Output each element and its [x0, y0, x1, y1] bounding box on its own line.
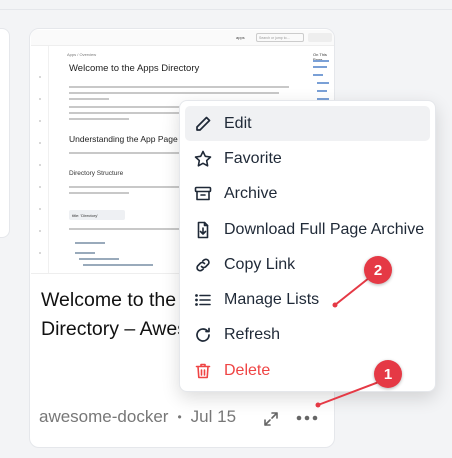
- menu-item-label: Download Full Page Archive: [224, 220, 425, 238]
- menu-item-favorite[interactable]: Favorite: [185, 141, 430, 176]
- thumbnail-breadcrumb: Apps / Overview: [67, 52, 97, 57]
- previous-card-edge: [0, 28, 10, 238]
- menu-item-label: Refresh: [224, 326, 281, 344]
- thumbnail-toolbar: apps Search or jump to...: [31, 30, 334, 46]
- menu-item-label: Copy Link: [224, 255, 296, 273]
- menu-item-refresh[interactable]: Refresh: [185, 318, 430, 353]
- thumbnail-section: Directory Structure: [69, 170, 124, 177]
- menu-item-copy-link[interactable]: Copy Link: [185, 247, 430, 282]
- menu-item-manage-lists[interactable]: Manage Lists: [185, 282, 430, 317]
- thumbnail-code-label: title: 'Directory': [69, 210, 125, 220]
- download-file-icon: [197, 221, 209, 238]
- thumbnail-apps-label: apps: [236, 35, 245, 40]
- top-bar: [0, 0, 452, 10]
- trash-icon: [195, 363, 211, 379]
- meta-separator: •: [177, 410, 182, 424]
- card-meta: awesome-docker • Jul 15: [39, 406, 236, 428]
- card-source[interactable]: awesome-docker: [39, 407, 168, 427]
- thumbnail-heading: Welcome to the Apps Directory: [69, 63, 200, 74]
- more-options-icon[interactable]: [292, 406, 322, 430]
- menu-item-label: Manage Lists: [224, 291, 320, 309]
- thumbnail-button: [308, 33, 332, 42]
- menu-item-label: Favorite: [224, 149, 282, 167]
- expand-icon[interactable]: [262, 410, 280, 428]
- thumbnail-search: Search or jump to...: [256, 33, 304, 42]
- menu-item-label: Archive: [224, 185, 278, 203]
- menu-item-archive[interactable]: Archive: [185, 177, 430, 212]
- link-icon: [196, 258, 210, 272]
- refresh-icon: [196, 328, 210, 343]
- annotation-badge-2: 2: [364, 256, 392, 284]
- star-icon: [194, 150, 212, 167]
- card-date: Jul 15: [190, 407, 237, 426]
- menu-item-label: Delete: [224, 361, 271, 379]
- list-icon: [195, 294, 211, 307]
- pencil-icon: [196, 116, 211, 131]
- archive-box-icon: [194, 186, 212, 201]
- menu-item-download-archive[interactable]: Download Full Page Archive: [185, 212, 430, 247]
- context-menu: Edit Favorite Archive Download Full Page…: [179, 100, 436, 392]
- menu-item-label: Edit: [224, 114, 252, 132]
- menu-item-edit[interactable]: Edit: [185, 106, 430, 142]
- annotation-badge-1: 1: [374, 360, 402, 388]
- thumbnail-gutter: [31, 46, 49, 273]
